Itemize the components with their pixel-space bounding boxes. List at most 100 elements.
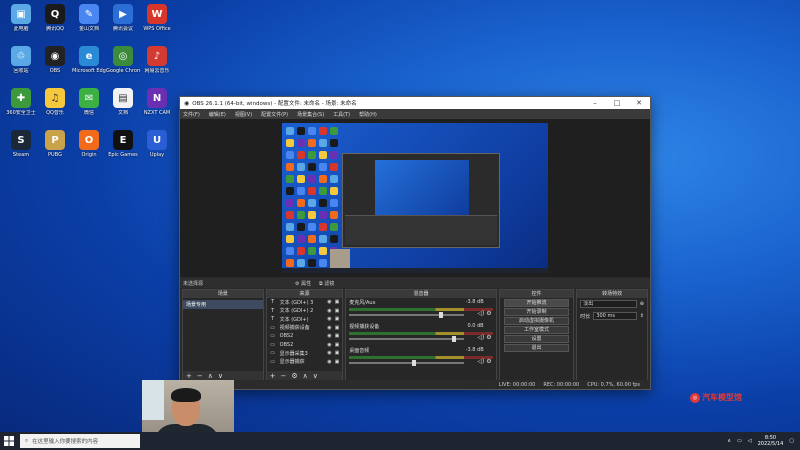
remove-source-icon[interactable]: − xyxy=(281,372,287,380)
source-up-icon[interactable]: ∧ xyxy=(303,372,308,380)
add-scene-icon[interactable]: + xyxy=(186,372,192,380)
visibility-icon[interactable]: ◉ xyxy=(327,325,331,331)
maximize-icon[interactable]: □ xyxy=(606,99,628,107)
obs-title-bar[interactable]: ◉ OBS 26.1.1 (64-bit, windows) - 配置文件: 未… xyxy=(180,97,650,109)
desktop-icon[interactable]: U Uplay xyxy=(140,130,174,170)
visibility-icon[interactable]: ◉ xyxy=(327,308,331,314)
menu-item[interactable]: 帮助(H) xyxy=(359,111,377,118)
desktop-icon[interactable]: S Steam xyxy=(4,130,38,170)
source-item[interactable]: ▭ 视频捕获设备 ◉ ▣ xyxy=(267,324,343,333)
volume-slider-knob[interactable] xyxy=(412,360,417,366)
lock-icon[interactable]: ▣ xyxy=(335,342,340,348)
filters-button[interactable]: ⧉ 滤镜 xyxy=(319,280,334,287)
source-item[interactable]: T 文本 (GDI+) 3 ◉ ▣ xyxy=(267,298,343,307)
duration-input[interactable]: 300 ms xyxy=(593,312,637,320)
desktop-icon-label: 360安全卫士 xyxy=(6,110,36,116)
desktop-icon[interactable]: ♫ QQ音乐 xyxy=(38,88,72,128)
lock-icon[interactable]: ▣ xyxy=(335,333,340,339)
minimize-icon[interactable]: – xyxy=(584,99,606,107)
menu-item[interactable]: 工具(T) xyxy=(333,111,350,118)
tray-chevron-icon[interactable]: ∧ xyxy=(727,438,731,444)
network-icon[interactable]: ▭ xyxy=(737,438,742,444)
desktop-icon[interactable]: P PUBG xyxy=(38,130,72,170)
source-item[interactable]: ▭ 显示器采集3 ◉ ▣ xyxy=(267,349,343,358)
volume-slider-knob[interactable] xyxy=(452,336,457,342)
volume-slider[interactable] xyxy=(349,360,464,366)
control-button[interactable]: 设置 xyxy=(503,335,570,343)
menu-item[interactable]: 视图(V) xyxy=(235,111,252,118)
lock-icon[interactable]: ▣ xyxy=(335,350,340,356)
visibility-icon[interactable]: ◉ xyxy=(327,350,331,356)
desktop-icon[interactable]: ♪ 网易云音乐 xyxy=(140,46,174,86)
desktop-icon-label: Uplay xyxy=(149,152,165,158)
desktop-icon[interactable]: E Epic Games xyxy=(106,130,140,170)
mixer-settings-icon[interactable]: ⚙ xyxy=(484,310,491,317)
menu-item[interactable]: 文件(F) xyxy=(183,111,200,118)
menu-item[interactable]: 编辑(E) xyxy=(209,111,226,118)
visibility-icon[interactable]: ◉ xyxy=(327,359,331,365)
lock-icon[interactable]: ▣ xyxy=(335,359,340,365)
control-button[interactable]: 退出 xyxy=(503,344,570,352)
desktop-icon[interactable]: ▤ 文档 xyxy=(106,88,140,128)
volume-slider[interactable] xyxy=(349,312,464,318)
move-down-icon[interactable]: ∨ xyxy=(218,372,223,380)
visibility-icon[interactable]: ◉ xyxy=(327,316,331,322)
source-item[interactable]: ▭ OBS2 ◉ ▣ xyxy=(267,341,343,350)
mixer-settings-icon[interactable]: ⚙ xyxy=(484,358,491,365)
transition-select[interactable]: 淡出 xyxy=(580,300,637,308)
desktop-app-icon: ▣ xyxy=(11,4,31,24)
desktop-icon[interactable]: ▣ 此电脑 xyxy=(4,4,38,44)
desktop-icon[interactable]: ✉ 微信 xyxy=(72,88,106,128)
control-button[interactable]: 启动虚拟摄像机 xyxy=(503,317,570,325)
properties-button[interactable]: ⚙ 属性 xyxy=(295,280,311,287)
duration-spinner-icon[interactable]: ⇕ xyxy=(640,313,644,319)
desktop-icon[interactable]: N NZXT CAM xyxy=(140,88,174,128)
close-icon[interactable]: ✕ xyxy=(628,99,650,107)
notification-icon[interactable]: ▢ xyxy=(789,438,794,444)
desktop-icon[interactable]: ◎ Google Chrome xyxy=(106,46,140,86)
lock-icon[interactable]: ▣ xyxy=(335,325,340,331)
source-item[interactable]: ▭ OBS2 ◉ ▣ xyxy=(267,332,343,341)
desktop-icon[interactable]: Q 腾讯QQ xyxy=(38,4,72,44)
source-settings-icon[interactable]: ⚙ xyxy=(291,372,297,380)
visibility-icon[interactable]: ◉ xyxy=(327,342,331,348)
desktop-icon-label: 金山文档 xyxy=(78,26,99,32)
desktop-icon[interactable]: ▶ 腾讯会议 xyxy=(106,4,140,44)
taskbar-search-box[interactable]: ⌕ 在这里输入你要搜索的内容 xyxy=(20,434,140,448)
visibility-icon[interactable]: ◉ xyxy=(327,333,331,339)
source-item[interactable]: T 文本 (GDI+) 2 ◉ ▣ xyxy=(267,307,343,316)
menu-item[interactable]: 配置文件(P) xyxy=(261,111,288,118)
desktop-icon[interactable]: ✎ 金山文档 xyxy=(72,4,106,44)
source-item[interactable]: ▭ 显示器捕获 ◉ ▣ xyxy=(267,358,343,367)
obs-preview-canvas[interactable] xyxy=(180,119,650,277)
control-button[interactable]: 开始推流 xyxy=(503,299,570,307)
visibility-icon[interactable]: ◉ xyxy=(327,299,331,305)
desktop-icon[interactable]: ✚ 360安全卫士 xyxy=(4,88,38,128)
add-source-icon[interactable]: + xyxy=(270,372,276,380)
scene-item[interactable]: 场景专用 xyxy=(183,300,263,309)
move-up-icon[interactable]: ∧ xyxy=(208,372,213,380)
add-transition-icon[interactable]: ⊕ xyxy=(640,301,644,307)
volume-slider[interactable] xyxy=(349,336,464,342)
lock-icon[interactable]: ▣ xyxy=(335,308,340,314)
source-item[interactable]: T 文本 (GDI+) ◉ ▣ xyxy=(267,315,343,324)
desktop-icon[interactable]: ♲ 回收站 xyxy=(4,46,38,86)
volume-icon[interactable]: ◁ xyxy=(748,438,752,444)
control-button[interactable]: 工作室模式 xyxy=(503,326,570,334)
remove-scene-icon[interactable]: − xyxy=(197,372,203,380)
source-down-icon[interactable]: ∨ xyxy=(313,372,318,380)
desktop-icon[interactable]: W WPS Office xyxy=(140,4,174,44)
desktop-app-icon: ▶ xyxy=(113,4,133,24)
lock-icon[interactable]: ▣ xyxy=(335,316,340,322)
desktop-icon[interactable]: O Origin xyxy=(72,130,106,170)
desktop-icon[interactable]: ◉ OBS xyxy=(38,46,72,86)
clock[interactable]: 8:50 2022/5/14 xyxy=(758,435,784,447)
mixer-settings-icon[interactable]: ⚙ xyxy=(484,334,491,341)
control-button[interactable]: 开始录制 xyxy=(503,308,570,316)
desktop-icon[interactable]: e Microsoft Edge xyxy=(72,46,106,86)
menu-item[interactable]: 场景集合(S) xyxy=(297,111,324,118)
volume-slider-knob[interactable] xyxy=(438,312,443,318)
lock-icon[interactable]: ▣ xyxy=(335,299,340,305)
start-button[interactable] xyxy=(0,432,18,450)
obs-window[interactable]: ◉ OBS 26.1.1 (64-bit, windows) - 配置文件: 未… xyxy=(179,96,651,390)
